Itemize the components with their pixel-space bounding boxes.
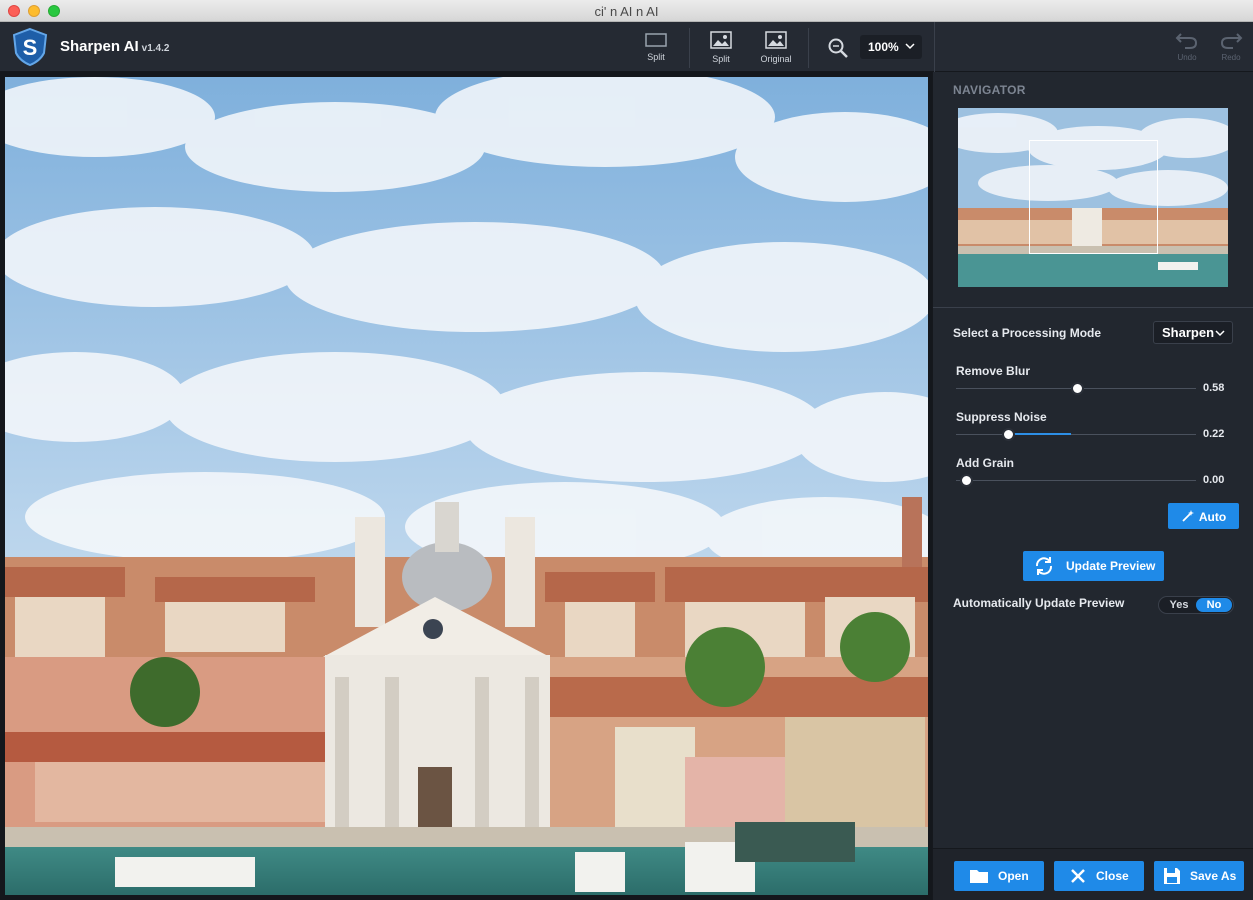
window-titlebar: ci' n AI n AI xyxy=(0,0,1253,22)
remove-blur-label: Remove Blur xyxy=(956,364,1031,378)
suppress-noise-slider-fill xyxy=(1008,433,1071,435)
auto-label: Auto xyxy=(1198,510,1227,524)
original-label: Original xyxy=(760,54,792,64)
close-icon xyxy=(1071,869,1085,883)
panel-divider xyxy=(933,307,1253,308)
magic-wand-icon xyxy=(1182,510,1194,522)
window-title: ci' n AI n AI xyxy=(594,4,659,19)
suppress-noise-slider[interactable] xyxy=(956,428,1196,441)
app-name: Sharpen AI xyxy=(60,38,139,55)
open-button[interactable]: Open xyxy=(954,861,1044,891)
close-label: Close xyxy=(1096,869,1129,883)
remove-blur-slider-thumb[interactable] xyxy=(1071,382,1085,395)
add-grain-value: 0.00 xyxy=(1203,474,1225,486)
zoom-level-value: 100% xyxy=(868,40,899,54)
auto-button[interactable]: Auto xyxy=(1168,503,1239,529)
image-original-icon xyxy=(765,31,787,49)
preview-photo[interactable] xyxy=(5,77,928,895)
undo-label: Undo xyxy=(1177,53,1197,62)
original-button[interactable]: Original xyxy=(751,28,801,68)
redo-label: Redo xyxy=(1221,53,1241,62)
update-preview-button[interactable]: Update Preview xyxy=(1023,551,1164,581)
toolbar-divider xyxy=(934,22,935,72)
auto-update-yes-option[interactable]: Yes xyxy=(1161,598,1197,612)
suppress-noise-value: 0.22 xyxy=(1203,428,1225,440)
chevron-down-icon xyxy=(1215,330,1225,337)
auto-update-no-option[interactable]: No xyxy=(1196,598,1232,612)
processing-mode-select[interactable]: Sharpen xyxy=(1153,321,1233,344)
suppress-noise-label: Suppress Noise xyxy=(956,410,1047,424)
refresh-icon xyxy=(1035,557,1053,575)
auto-update-label: Automatically Update Preview xyxy=(953,596,1125,610)
toolbar-divider xyxy=(808,28,809,68)
split-top-label: Split xyxy=(647,52,665,62)
zoom-icon[interactable] xyxy=(826,36,850,60)
settings-panel: NAVIGATOR Select a Processing Mode Sharp… xyxy=(932,72,1253,900)
app-title: Sharpen AI v1.4.2 xyxy=(60,38,169,55)
update-preview-label: Update Preview xyxy=(1066,559,1156,573)
toolbar-divider xyxy=(689,28,690,68)
undo-icon xyxy=(1175,33,1198,49)
add-grain-label: Add Grain xyxy=(956,456,1015,470)
main-toolbar: S Sharpen AI v1.4.2 Split Split Original … xyxy=(0,22,1253,72)
navigator-title: NAVIGATOR xyxy=(953,83,1026,97)
split-label: Split xyxy=(712,54,730,64)
add-grain-slider-thumb[interactable] xyxy=(960,474,973,487)
split-button[interactable]: Split xyxy=(696,28,746,68)
redo-icon xyxy=(1220,33,1243,49)
add-grain-slider[interactable] xyxy=(956,474,1196,487)
close-button[interactable]: Close xyxy=(1054,861,1144,891)
undo-button[interactable]: Undo xyxy=(1167,28,1207,68)
open-label: Open xyxy=(998,869,1029,883)
image-split-icon xyxy=(710,31,732,49)
redo-button[interactable]: Redo xyxy=(1211,28,1251,68)
folder-icon xyxy=(970,870,988,883)
save-as-button[interactable]: Save As xyxy=(1154,861,1244,891)
split-view-icon xyxy=(645,33,667,47)
split-view-button-top[interactable]: Split xyxy=(631,28,681,68)
auto-update-toggle[interactable]: Yes No xyxy=(1158,596,1234,614)
zoom-level-select[interactable]: 100% xyxy=(860,35,922,59)
remove-blur-slider[interactable] xyxy=(956,382,1196,395)
save-disk-icon xyxy=(1164,868,1180,884)
navigator-viewport-rect[interactable] xyxy=(1029,140,1158,254)
chevron-down-icon xyxy=(905,43,915,50)
image-canvas[interactable] xyxy=(0,72,932,900)
sharpen-ai-logo-icon: S xyxy=(12,27,48,67)
processing-mode-label: Select a Processing Mode xyxy=(953,326,1102,340)
save-as-label: Save As xyxy=(1190,869,1237,883)
navigator-thumbnail[interactable] xyxy=(958,108,1228,287)
app-version: v1.4.2 xyxy=(141,43,170,54)
svg-text:S: S xyxy=(23,35,38,60)
processing-mode-value: Sharpen xyxy=(1162,325,1215,340)
action-bar: Open Close Save As xyxy=(933,848,1253,900)
remove-blur-value: 0.58 xyxy=(1203,382,1225,394)
suppress-noise-slider-thumb[interactable] xyxy=(1002,428,1016,441)
